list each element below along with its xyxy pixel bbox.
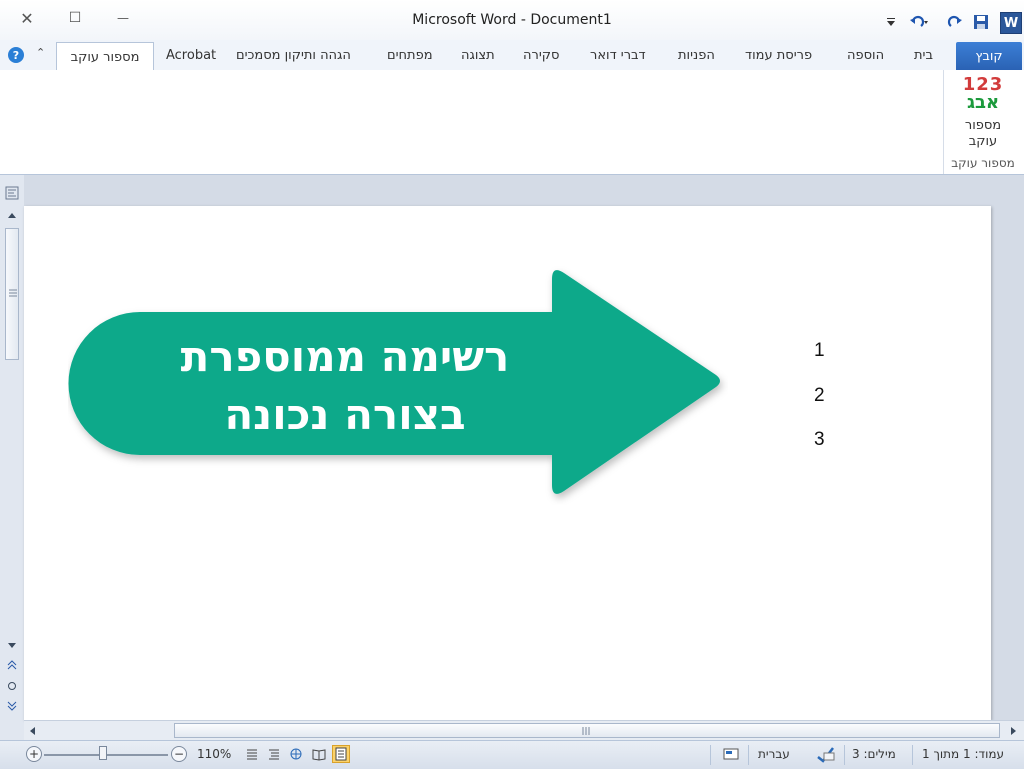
- zoom-level[interactable]: 110%: [197, 747, 231, 761]
- dropdown-icon: [887, 18, 895, 26]
- minimize-ribbon-icon[interactable]: ⌃: [36, 46, 45, 59]
- sequential-numbering-button[interactable]: 123 אבג מספור עוקב: [948, 72, 1018, 152]
- callout-arrow-shape: [68, 270, 720, 494]
- list-number[interactable]: 3: [814, 429, 834, 451]
- list-number[interactable]: 2: [814, 385, 834, 407]
- title-bar: ✕ ☐ — Microsoft Word - Document1 W: [0, 0, 1024, 40]
- tab-acrobat[interactable]: Acrobat: [166, 48, 216, 63]
- window-title: Microsoft Word - Document1: [412, 12, 612, 28]
- scroll-up-icon[interactable]: [7, 211, 17, 219]
- tab-insert[interactable]: הוספה: [847, 48, 884, 63]
- vertical-scrollbar-thumb[interactable]: [5, 228, 19, 360]
- callout-line-2: בצורה נכונה: [224, 390, 466, 439]
- grip-icon: [9, 289, 17, 297]
- status-bar: + − 110% עברית מילים: 3 עמוד: 1 מתוך 1: [0, 740, 1024, 769]
- ribbon-group-label: מספור עוקב: [951, 156, 1015, 170]
- tab-developer[interactable]: מפתחים: [387, 48, 433, 63]
- web-layout-icon: [290, 748, 302, 760]
- full-screen-reading-button[interactable]: [310, 745, 328, 763]
- status-separator: [912, 745, 913, 765]
- status-separator: [748, 745, 749, 765]
- save-icon: [974, 15, 988, 29]
- draft-view-button[interactable]: [243, 745, 261, 763]
- ribbon: 123 אבג מספור עוקב מספור עוקב: [0, 70, 1024, 175]
- grip-icon: [582, 727, 590, 735]
- draft-view-icon: [247, 749, 257, 760]
- tab-review[interactable]: סקירה: [523, 48, 559, 63]
- redo-button[interactable]: [946, 12, 964, 32]
- print-layout-icon: [335, 747, 347, 761]
- tab-page-layout[interactable]: פריסת עמוד: [745, 48, 812, 63]
- horizontal-scrollbar[interactable]: [24, 720, 1024, 741]
- macro-recording-button[interactable]: [722, 745, 740, 763]
- ruler-toggle-icon[interactable]: [5, 186, 19, 200]
- tab-proofing[interactable]: הגהה ותיקון מסמכים: [236, 48, 351, 63]
- proofing-button[interactable]: [814, 745, 838, 763]
- tab-home[interactable]: בית: [914, 48, 933, 63]
- reading-view-icon: [312, 749, 326, 761]
- tab-references[interactable]: הפניות: [678, 48, 715, 63]
- numbering-icon-letters: אבג: [966, 92, 1000, 113]
- zoom-slider-thumb[interactable]: [99, 746, 107, 760]
- ribbon-tabs: ? ⌃ מספור עוקב Acrobat הגהה ותיקון מסמכי…: [0, 40, 1024, 71]
- ribbon-group-sequential-numbering: 123 אבג מספור עוקב מספור עוקב: [943, 70, 1022, 174]
- next-page-icon[interactable]: [7, 701, 17, 711]
- undo-icon: [910, 15, 928, 27]
- page-indicator[interactable]: עמוד: 1 מתוך 1: [922, 747, 1004, 761]
- print-layout-button[interactable]: [332, 745, 350, 763]
- horizontal-scrollbar-thumb[interactable]: [174, 723, 1000, 738]
- status-separator: [844, 745, 845, 765]
- macro-icon: [723, 748, 739, 760]
- web-layout-button[interactable]: [287, 745, 305, 763]
- zoom-out-button[interactable]: −: [171, 746, 187, 762]
- callout-line-1: רשימה ממוספרת: [180, 332, 510, 381]
- word-app-icon[interactable]: W: [1000, 12, 1022, 34]
- status-separator: [710, 745, 711, 765]
- sequential-numbering-label-2: עוקב: [968, 134, 998, 149]
- word-count[interactable]: מילים: 3: [852, 747, 896, 761]
- outline-view-icon: [269, 749, 279, 760]
- save-button[interactable]: [972, 12, 990, 32]
- browse-object-icon[interactable]: [7, 681, 17, 691]
- scroll-down-icon[interactable]: [7, 642, 17, 650]
- scroll-left-icon[interactable]: [28, 726, 36, 736]
- callout-arrow: [68, 270, 720, 494]
- undo-button[interactable]: [908, 12, 930, 32]
- tab-view[interactable]: תצוגה: [461, 48, 495, 63]
- proofing-icon: [817, 747, 835, 763]
- numbering-icon: 123 אבג: [961, 76, 1005, 114]
- tab-file[interactable]: קובץ: [956, 42, 1022, 70]
- zoom-in-button[interactable]: +: [26, 746, 42, 762]
- customize-qat-button[interactable]: [884, 12, 898, 32]
- previous-page-icon[interactable]: [7, 660, 17, 670]
- sequential-numbering-label-1: מספור: [964, 118, 1002, 133]
- list-number[interactable]: 1: [814, 340, 834, 362]
- tab-mailings[interactable]: דברי דואר: [590, 48, 646, 63]
- scroll-right-icon[interactable]: [1010, 726, 1018, 736]
- redo-icon: [947, 15, 962, 27]
- help-icon[interactable]: ?: [8, 47, 24, 63]
- language-indicator[interactable]: עברית: [758, 747, 790, 761]
- tab-sequential-numbering[interactable]: מספור עוקב: [56, 42, 154, 71]
- outline-view-button[interactable]: [265, 745, 283, 763]
